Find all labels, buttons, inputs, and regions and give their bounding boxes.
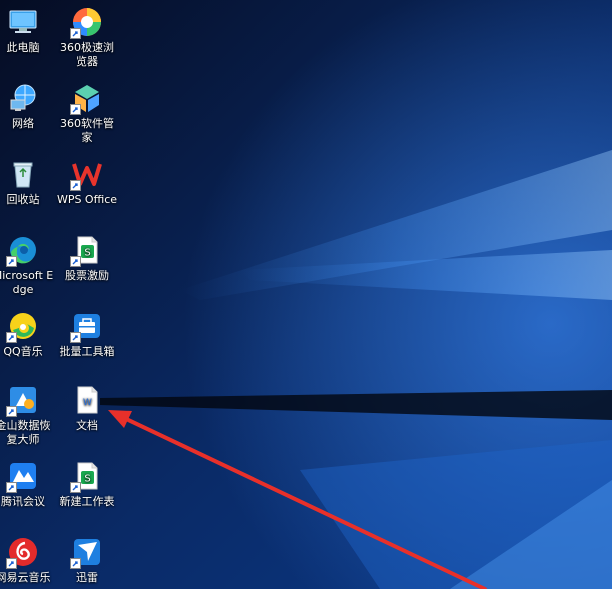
- computer-icon: [7, 6, 39, 38]
- word-document-icon: W: [71, 384, 103, 416]
- qq-music-icon: [6, 310, 39, 343]
- xunlei-icon: [70, 536, 103, 569]
- desktop-icon-wps-office[interactable]: WPS Office: [55, 158, 119, 207]
- desktop-icon-360-software-manager[interactable]: 360软件管家: [55, 82, 119, 145]
- desktop-icon-microsoft-edge[interactable]: Microsoft Edge: [0, 234, 55, 297]
- toolbox-icon: [70, 310, 103, 343]
- shortcut-arrow-icon: [6, 406, 17, 417]
- netease-music-icon: [6, 536, 39, 569]
- svg-text:W: W: [83, 398, 92, 408]
- recycle-bin-icon: [7, 158, 39, 190]
- tencent-meeting-icon: [6, 460, 39, 493]
- data-recovery-icon: [6, 384, 39, 417]
- shortcut-arrow-icon: [6, 482, 17, 493]
- shortcut-arrow-icon: [70, 180, 81, 191]
- desktop-icon-tencent-meeting[interactable]: 腾讯会议: [0, 460, 55, 509]
- shortcut-arrow-icon: [70, 482, 81, 493]
- svg-text:S: S: [84, 474, 90, 485]
- desktop-icon-qq-music[interactable]: QQ音乐: [0, 310, 55, 359]
- desktop-icon-document[interactable]: W 文档: [55, 384, 119, 433]
- desktop-icon-netease-music[interactable]: 网易云音乐: [0, 536, 55, 585]
- shortcut-arrow-icon: [70, 28, 81, 39]
- desktop-icon-data-recovery[interactable]: 金山数据恢复大师: [0, 384, 55, 447]
- desktop-icon-recycle-bin[interactable]: 回收站: [0, 158, 55, 207]
- shortcut-arrow-icon: [6, 332, 17, 343]
- desktop-icon-new-worksheet[interactable]: S 新建工作表: [55, 460, 119, 509]
- spreadsheet-icon: S: [70, 460, 103, 493]
- edge-icon: [6, 234, 39, 267]
- desktop-icon-xunlei[interactable]: 迅雷: [55, 536, 119, 585]
- desktop-icon-this-pc[interactable]: 此电脑: [0, 6, 55, 55]
- shortcut-arrow-icon: [70, 256, 81, 267]
- 360-software-manager-icon: [70, 82, 103, 115]
- shortcut-arrow-icon: [6, 256, 17, 267]
- spreadsheet-icon: S: [70, 234, 103, 267]
- desktop-icon-batch-toolbox[interactable]: 批量工具箱: [55, 310, 119, 359]
- wps-office-icon: [70, 158, 103, 191]
- shortcut-arrow-icon: [70, 558, 81, 569]
- shortcut-arrow-icon: [70, 104, 81, 115]
- network-icon: [7, 82, 39, 114]
- 360-browser-icon: [70, 6, 103, 39]
- desktop-icon-stock-incentive[interactable]: S 股票激励: [55, 234, 119, 283]
- shortcut-arrow-icon: [6, 558, 17, 569]
- shortcut-arrow-icon: [70, 332, 81, 343]
- svg-text:S: S: [84, 248, 90, 259]
- desktop-icon-360-browser[interactable]: 360极速浏览器: [55, 6, 119, 69]
- desktop-icon-network[interactable]: 网络: [0, 82, 55, 131]
